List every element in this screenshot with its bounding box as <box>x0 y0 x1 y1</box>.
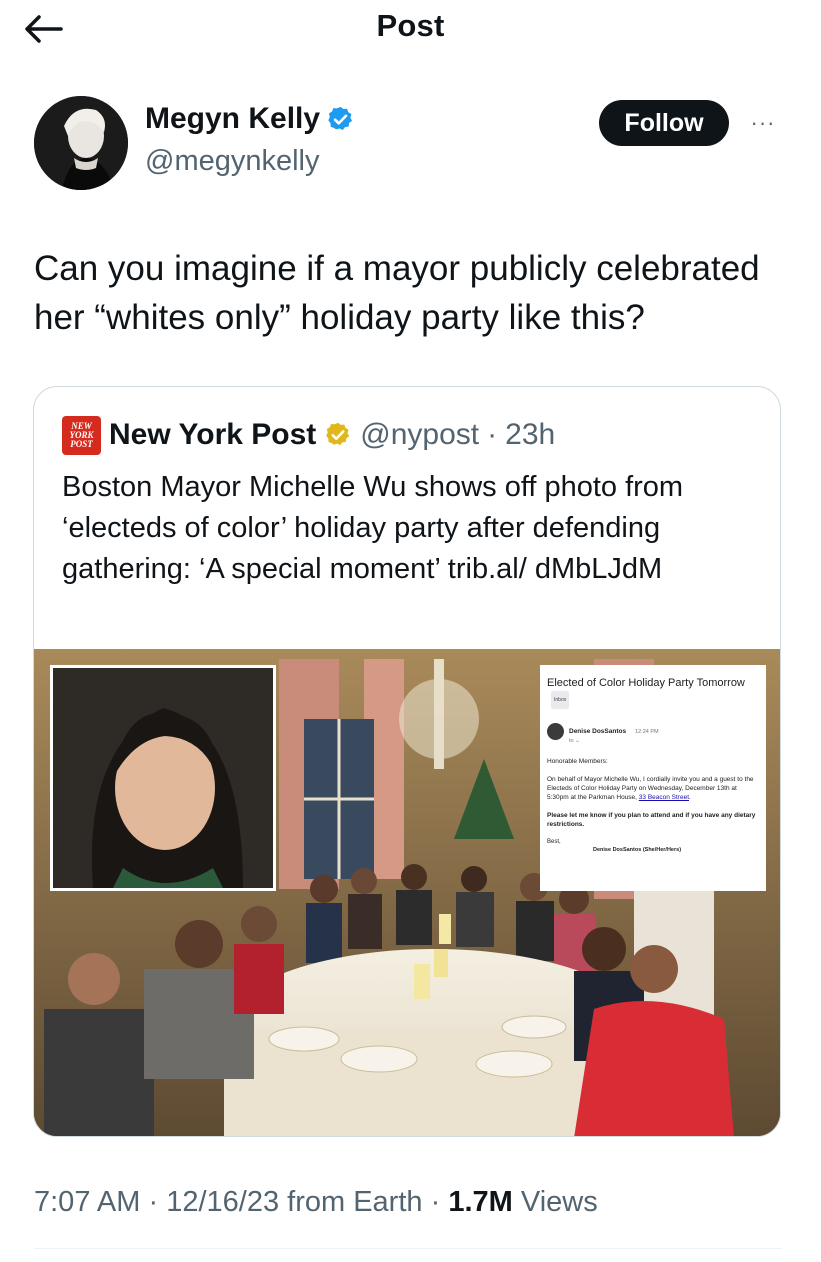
tweet-text: Can you imagine if a mayor publicly cele… <box>34 249 760 337</box>
email-signature: Denise DosSantos (She/Her/Hers) <box>593 847 682 853</box>
email-link: 33 Beacon Street <box>638 794 690 801</box>
quoted-post-card[interactable]: NEW YORK POST New York Post @nypost · 23h Bo… <box>33 386 781 1137</box>
follow-button[interactable]: Follow <box>599 100 729 146</box>
email-to: to ⌄ <box>569 738 580 744</box>
inset-portrait <box>50 665 276 891</box>
views-label: Views <box>520 1186 598 1218</box>
nypost-logo-icon: NEW YORK POST <box>62 415 101 455</box>
divider <box>34 1248 782 1249</box>
quoted-post-text: Boston Mayor Michelle Wu shows off photo… <box>62 471 684 585</box>
email-greeting: Honorable Members: <box>547 758 608 765</box>
quoted-author-handle: @nypost <box>360 418 480 451</box>
meta-separator: · <box>430 1186 441 1218</box>
author-row: Megyn Kelly @megynkelly Follow ··· <box>34 96 794 192</box>
gold-verified-badge-icon <box>326 422 350 446</box>
meta-separator: · <box>148 1186 159 1218</box>
more-options-icon[interactable]: ··· <box>746 108 780 138</box>
email-request: Please let me know if you plan to attend… <box>547 812 756 828</box>
email-body: On behalf of Mayor Michelle Wu, I cordia… <box>547 776 754 801</box>
post-time: 7:07 AM <box>34 1186 141 1218</box>
author-handle[interactable]: @megynkelly <box>145 145 320 178</box>
post-photo[interactable]: Elected of Color Holiday Party TomorrowI… <box>34 649 780 1136</box>
sender-avatar <box>547 723 564 740</box>
page-title: Post <box>376 8 445 43</box>
separator-dot: · <box>487 418 498 451</box>
email-screenshot: Elected of Color Holiday Party TomorrowI… <box>540 665 766 891</box>
email-time: 12:24 PM <box>635 728 659 735</box>
top-bar: Post <box>0 0 821 56</box>
views-count: 1.7M <box>448 1186 513 1218</box>
avatar[interactable] <box>34 96 128 190</box>
email-sender: Denise DosSantos <box>569 728 627 735</box>
quoted-post-header: NEW YORK POST New York Post @nypost · 23h <box>62 415 555 455</box>
author-name[interactable]: Megyn Kelly <box>145 102 355 136</box>
inbox-label: Inbox <box>551 691 570 709</box>
post-date: 12/16/23 from Earth <box>166 1186 423 1218</box>
quoted-author-name: New York Post <box>109 418 317 451</box>
email-subject: Elected of Color Holiday Party TomorrowI… <box>547 675 759 709</box>
verified-badge-icon <box>328 106 353 130</box>
quoted-post-time: 23h <box>505 418 556 451</box>
email-closing: Best, <box>547 839 561 845</box>
post-meta: 7:07 AM · 12/16/23 from Earth · 1.7M Vie… <box>34 1186 598 1219</box>
